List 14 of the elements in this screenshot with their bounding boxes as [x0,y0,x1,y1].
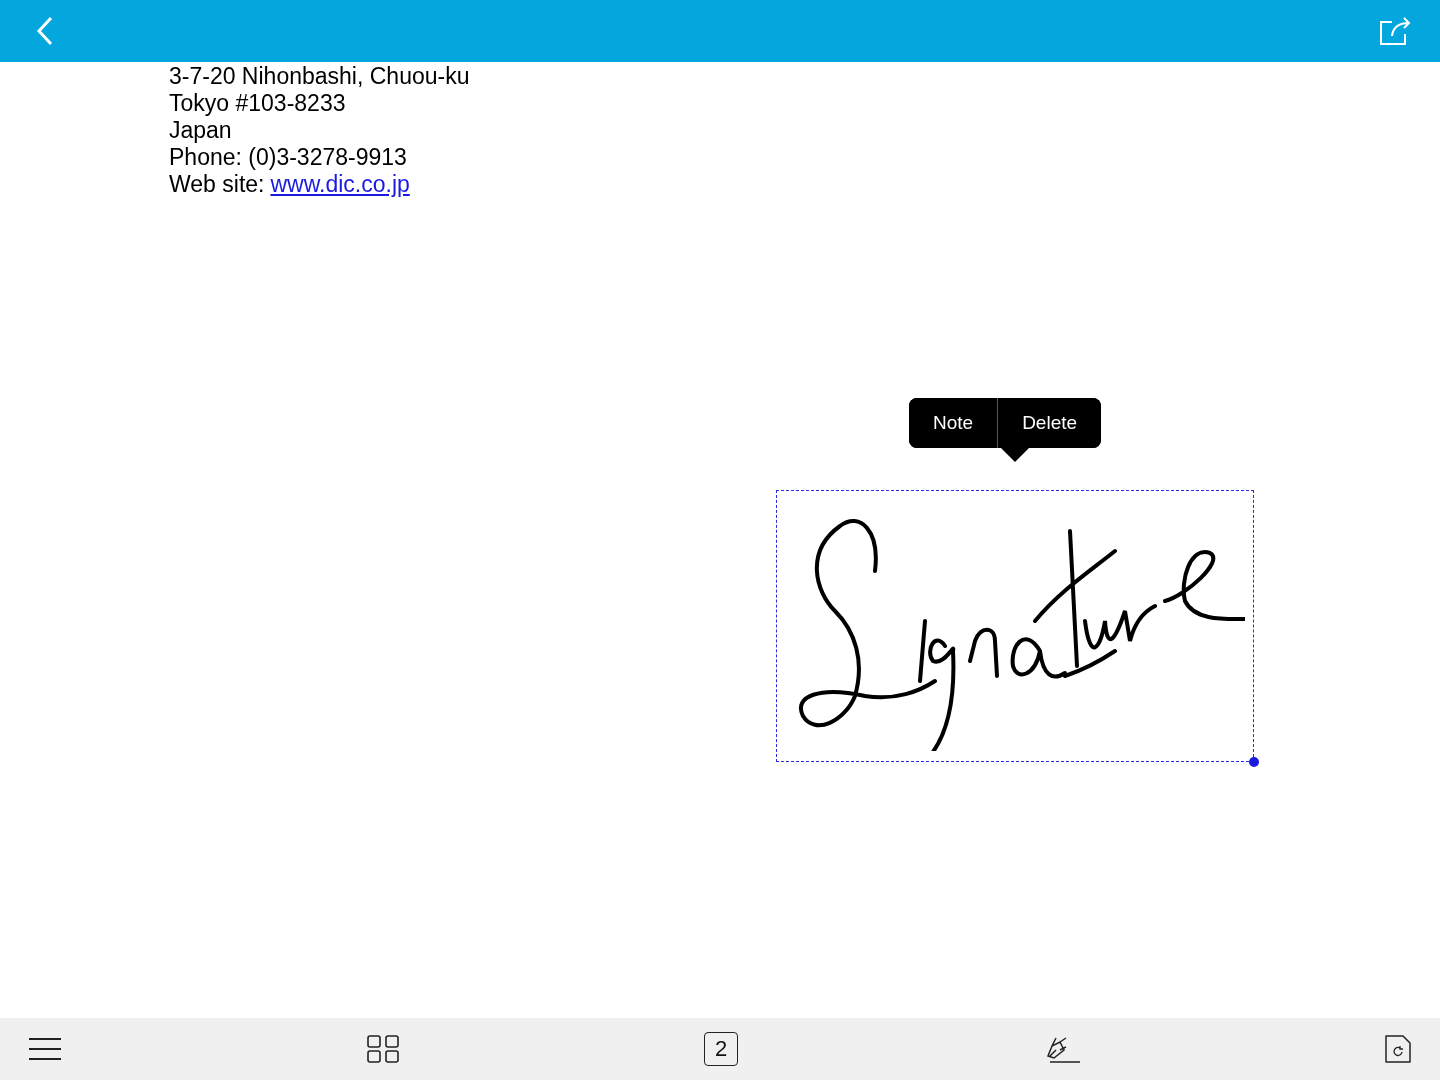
document-refresh-icon[interactable] [1385,1035,1411,1063]
menu-pointer [1001,448,1029,462]
back-icon[interactable] [36,16,54,46]
grid-icon[interactable] [366,1035,399,1063]
website-link[interactable]: www.dic.co.jp [270,171,410,198]
address-line: Tokyo #103-8233 [169,90,346,117]
page-number-button[interactable]: 2 [704,1032,738,1066]
menu-icon[interactable] [29,1037,61,1061]
resize-handle[interactable] [1249,757,1259,767]
address-line: Japan [169,117,232,144]
website-label: Web site: [169,171,265,198]
address-line: Phone: (0)3-3278-9913 [169,144,407,171]
address-line: 3-7-20 Nihonbashi, Chuou-ku [169,63,470,90]
share-icon[interactable] [1378,16,1412,46]
